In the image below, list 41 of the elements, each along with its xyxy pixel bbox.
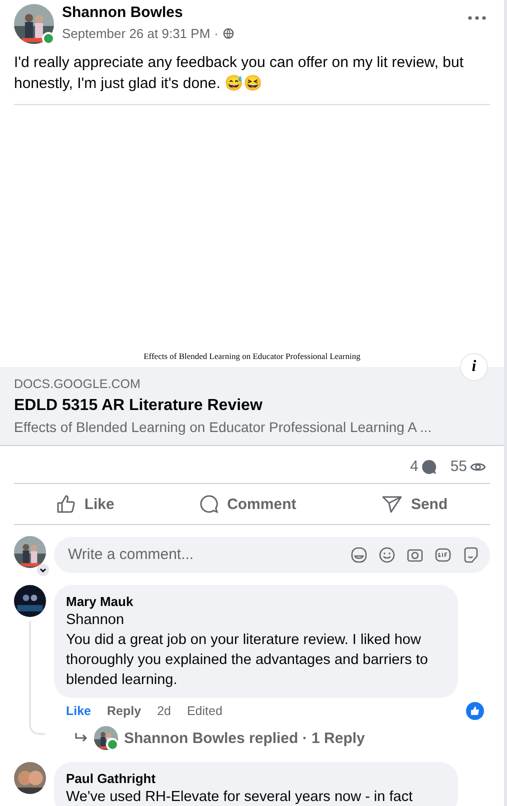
comment-bar[interactable]: Write a comment... (54, 536, 490, 572)
comment-text: We've used RH-Elevate for several years now - in fact (66, 788, 414, 806)
gif-icon[interactable] (434, 546, 452, 564)
post-time[interactable]: September 26 at 9:31 PM (62, 26, 210, 41)
link-domain: DOCS.GOOGLE.COM (14, 376, 142, 392)
document-caption: Effects of Blended Learning on Educator Professional Learning (144, 351, 360, 363)
comment-text: Shannon (66, 611, 126, 630)
avatar[interactable] (14, 762, 46, 794)
thumbs-up-icon (56, 494, 76, 514)
globe-icon (222, 28, 234, 39)
emoji-icon[interactable] (378, 546, 396, 564)
author-name[interactable]: Shannon Bowles (62, 4, 456, 22)
chevron-down-icon[interactable] (37, 564, 49, 576)
comment-text: You did a great job on your literature review. I liked how thoroughly you explained the advantages and barriers to blended learning. (66, 631, 429, 690)
send-icon (380, 494, 403, 514)
view-count: 55 (450, 458, 467, 475)
link-description: Effects of Blended Learning on Educator Professional Learning A ... (14, 418, 433, 437)
comment-button[interactable]: Comment (189, 488, 306, 520)
separator-dot: · (214, 26, 218, 41)
avatar[interactable] (14, 536, 46, 568)
view-replies-link[interactable]: Shannon Bowles replied · 1 Reply (124, 730, 365, 746)
edited-label: Edited (186, 704, 222, 718)
eye-icon (470, 460, 486, 472)
reply-link[interactable]: Reply (107, 704, 142, 718)
commenter-name[interactable]: Mary Mauk (66, 593, 446, 610)
avatar-sticker-icon[interactable] (350, 546, 368, 564)
sticker-icon[interactable] (462, 546, 480, 564)
comment-input-field[interactable]: Write a comment... (66, 545, 340, 564)
comment-age: 2d (157, 704, 171, 718)
speech-bubble-icon (199, 494, 220, 514)
avatar[interactable] (14, 585, 46, 617)
commenter-name[interactable]: Paul Gathright (66, 770, 446, 787)
reply-arrow-icon (74, 732, 88, 744)
like-link[interactable]: Like (66, 704, 92, 718)
like-button[interactable]: Like (46, 488, 124, 520)
comment-count[interactable]: 4 (410, 458, 418, 475)
like-reaction-icon[interactable] (466, 702, 484, 720)
link-title: EDLD 5315 AR Literature Review (14, 396, 264, 416)
comment-bubble-icon (421, 458, 438, 474)
send-button[interactable]: Send (370, 488, 458, 520)
avatar[interactable] (14, 4, 54, 44)
